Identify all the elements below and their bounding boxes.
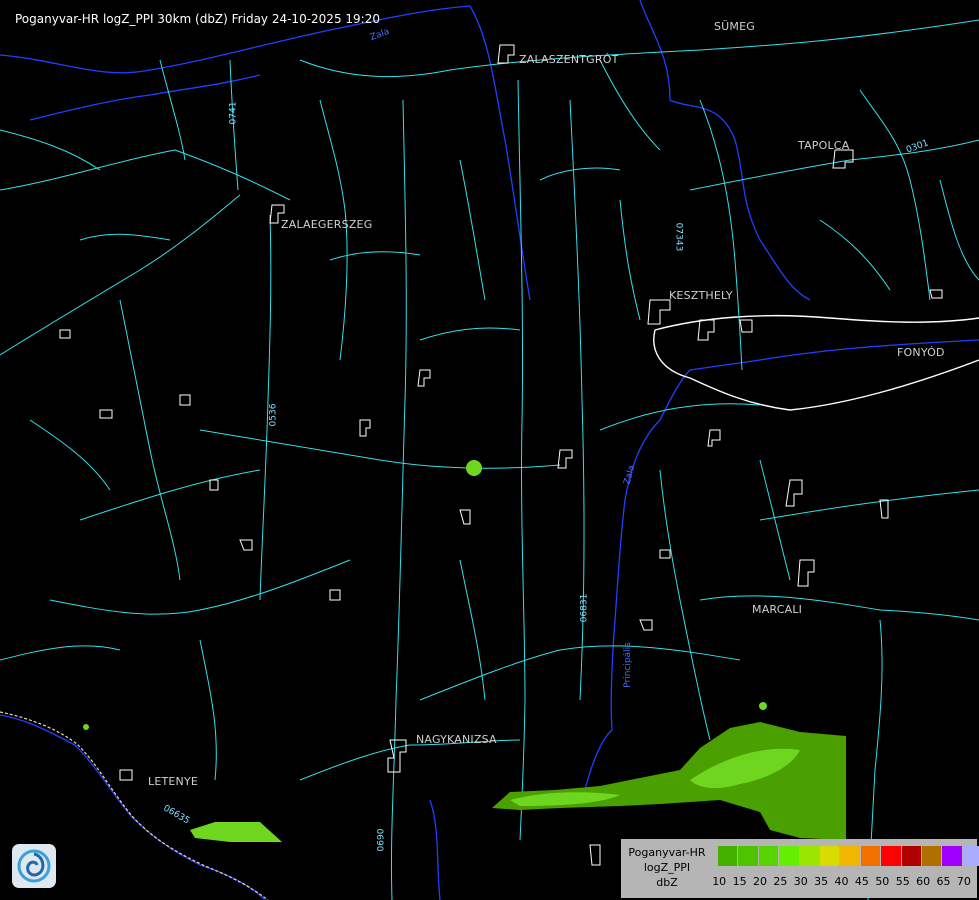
provider-logo xyxy=(12,844,56,888)
legend-tick-label: 35 xyxy=(814,875,829,888)
town-label-sumeg: SÜMEG xyxy=(714,20,755,33)
legend-title-line2: logZ_PPI xyxy=(643,861,691,874)
legend-unit: dbZ xyxy=(656,876,678,889)
legend-swatch xyxy=(840,846,860,866)
legend-tick-label: 15 xyxy=(732,875,747,888)
legend-title: Poganyvar-HR logZ_PPI dbZ xyxy=(621,845,713,890)
legend-swatch xyxy=(799,846,819,866)
legend-tick-label: 40 xyxy=(834,875,849,888)
color-legend: Poganyvar-HR logZ_PPI dbZ 10 15 20 25 30 35 40… xyxy=(621,839,979,898)
road-label: 0690 xyxy=(376,828,387,852)
town-label-keszthely: KESZTHELY xyxy=(669,289,733,302)
legend-swatch xyxy=(860,846,881,866)
town-label-letenye: LETENYE xyxy=(148,775,199,788)
town-label-tapolca: TAPOLCA xyxy=(798,139,850,152)
legend-title-line1: Poganyvar-HR xyxy=(628,846,706,859)
town-label-fonyod: FONYÓD xyxy=(897,346,945,359)
legend-swatch xyxy=(901,846,921,866)
echo-cell-center xyxy=(466,460,482,476)
lake-balaton xyxy=(653,314,979,411)
legend-tick-label: 10 xyxy=(712,875,727,888)
road-label: 0741 xyxy=(228,101,239,125)
legend-swatches xyxy=(718,846,979,866)
legend-swatch xyxy=(819,846,840,866)
swirl-logo-icon xyxy=(17,849,51,883)
legend-swatch xyxy=(962,846,979,866)
legend-tick-label: 50 xyxy=(875,875,890,888)
legend-tick-label: 65 xyxy=(936,875,951,888)
legend-swatch xyxy=(942,846,962,866)
legend-swatch xyxy=(881,846,901,866)
legend-tick-label: 30 xyxy=(793,875,808,888)
echo-cell-west xyxy=(190,822,282,842)
echo-cell-east xyxy=(492,722,846,840)
town-label-zalaszentgrot: ZALASZENTGRÓT xyxy=(519,53,619,66)
legend-ticks: 10 15 20 25 30 35 40 45 50 55 60 65 70 xyxy=(709,875,974,888)
map-title: Poganyvar-HR logZ_PPI 30km (dbZ) Friday … xyxy=(15,12,380,26)
town-label-marcali: MARCALI xyxy=(752,603,803,616)
legend-tick-label: 70 xyxy=(956,875,971,888)
legend-swatch xyxy=(758,846,779,866)
town-label-nagykanizsa: NAGYKANIZSA xyxy=(416,733,497,746)
legend-tick-label: 25 xyxy=(773,875,788,888)
legend-swatch xyxy=(718,846,738,866)
radar-map xyxy=(0,0,979,900)
river-label: Principális xyxy=(622,642,633,688)
legend-tick-label: 60 xyxy=(916,875,931,888)
echo-cell-small-1 xyxy=(759,702,767,710)
legend-swatch xyxy=(738,846,758,866)
road-label: 06831 xyxy=(579,593,590,623)
road-label: 07343 xyxy=(673,222,684,252)
legend-tick-label: 55 xyxy=(895,875,910,888)
legend-tick-label: 20 xyxy=(752,875,767,888)
town-label-zalaegerszeg: ZALAEGERSZEG xyxy=(281,218,373,231)
legend-tick-label: 45 xyxy=(854,875,869,888)
road-label: 0536 xyxy=(268,403,279,427)
legend-swatch xyxy=(921,846,942,866)
legend-swatch xyxy=(779,846,799,866)
echo-cell-small-2 xyxy=(83,724,89,730)
